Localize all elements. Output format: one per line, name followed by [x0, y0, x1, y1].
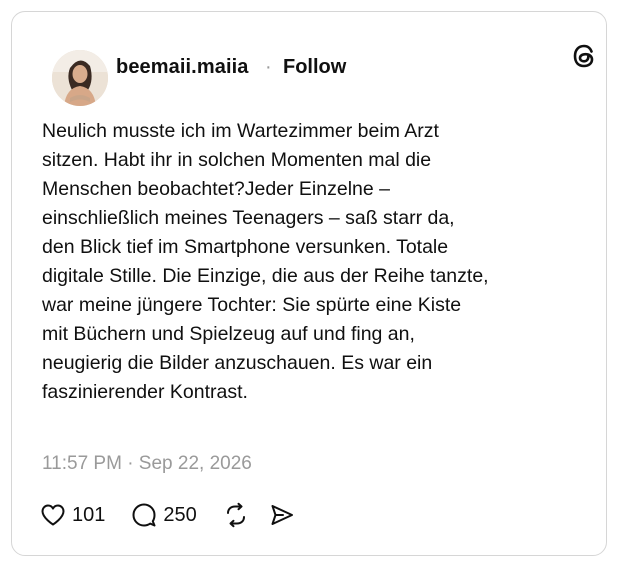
- post-body-line: Menschen beobachtet?Jeder Einzelne –: [42, 178, 390, 200]
- like-button[interactable]: 101: [40, 503, 105, 527]
- follow-button[interactable]: Follow: [283, 56, 346, 79]
- reply-count: 250: [163, 503, 197, 526]
- comment-icon: [132, 503, 156, 527]
- action-bar: 101 250: [40, 500, 295, 530]
- post-body-line: sitzen. Habt ihr in solchen Momenten mal…: [42, 149, 432, 171]
- author-handle[interactable]: beemaii.maiia: [116, 56, 248, 79]
- post-body-line: Neulich musste ich im Wartezimmer beim A…: [42, 120, 439, 142]
- share-icon: [271, 505, 293, 525]
- heart-icon: [41, 504, 65, 526]
- post-body-line: war meine jüngere Tochter: Sie spürte ei…: [42, 294, 462, 316]
- post-body-line: neugierig die Bilder anzuschauen. Es war…: [42, 352, 433, 374]
- post-body-line: den Blick tief im Smartphone versunken. …: [42, 236, 449, 258]
- share-button[interactable]: [269, 502, 295, 528]
- post-body-line: faszinierender Kontrast.: [42, 381, 248, 403]
- post-body: Neulich musste ich im Wartezimmer beim A…: [42, 117, 562, 407]
- repost-icon: [226, 502, 245, 528]
- repost-button[interactable]: [223, 502, 249, 528]
- post-body-line: mit Büchern und Spielzeug auf und fing a…: [42, 323, 415, 345]
- avatar-photo: [52, 50, 108, 106]
- avatar[interactable]: [52, 50, 108, 106]
- threads-logo-icon[interactable]: [569, 41, 599, 71]
- like-count: 101: [72, 503, 106, 526]
- post-body-line: digitale Stille. Die Einzige, die aus de…: [42, 265, 489, 287]
- separator-dot: ·: [265, 56, 272, 78]
- post-body-line: einschließlich meines Teenagers – saß st…: [42, 207, 455, 229]
- post-timestamp[interactable]: 11:57 PM · Sep 22, 2026: [42, 453, 252, 475]
- reply-button[interactable]: 250: [131, 502, 197, 528]
